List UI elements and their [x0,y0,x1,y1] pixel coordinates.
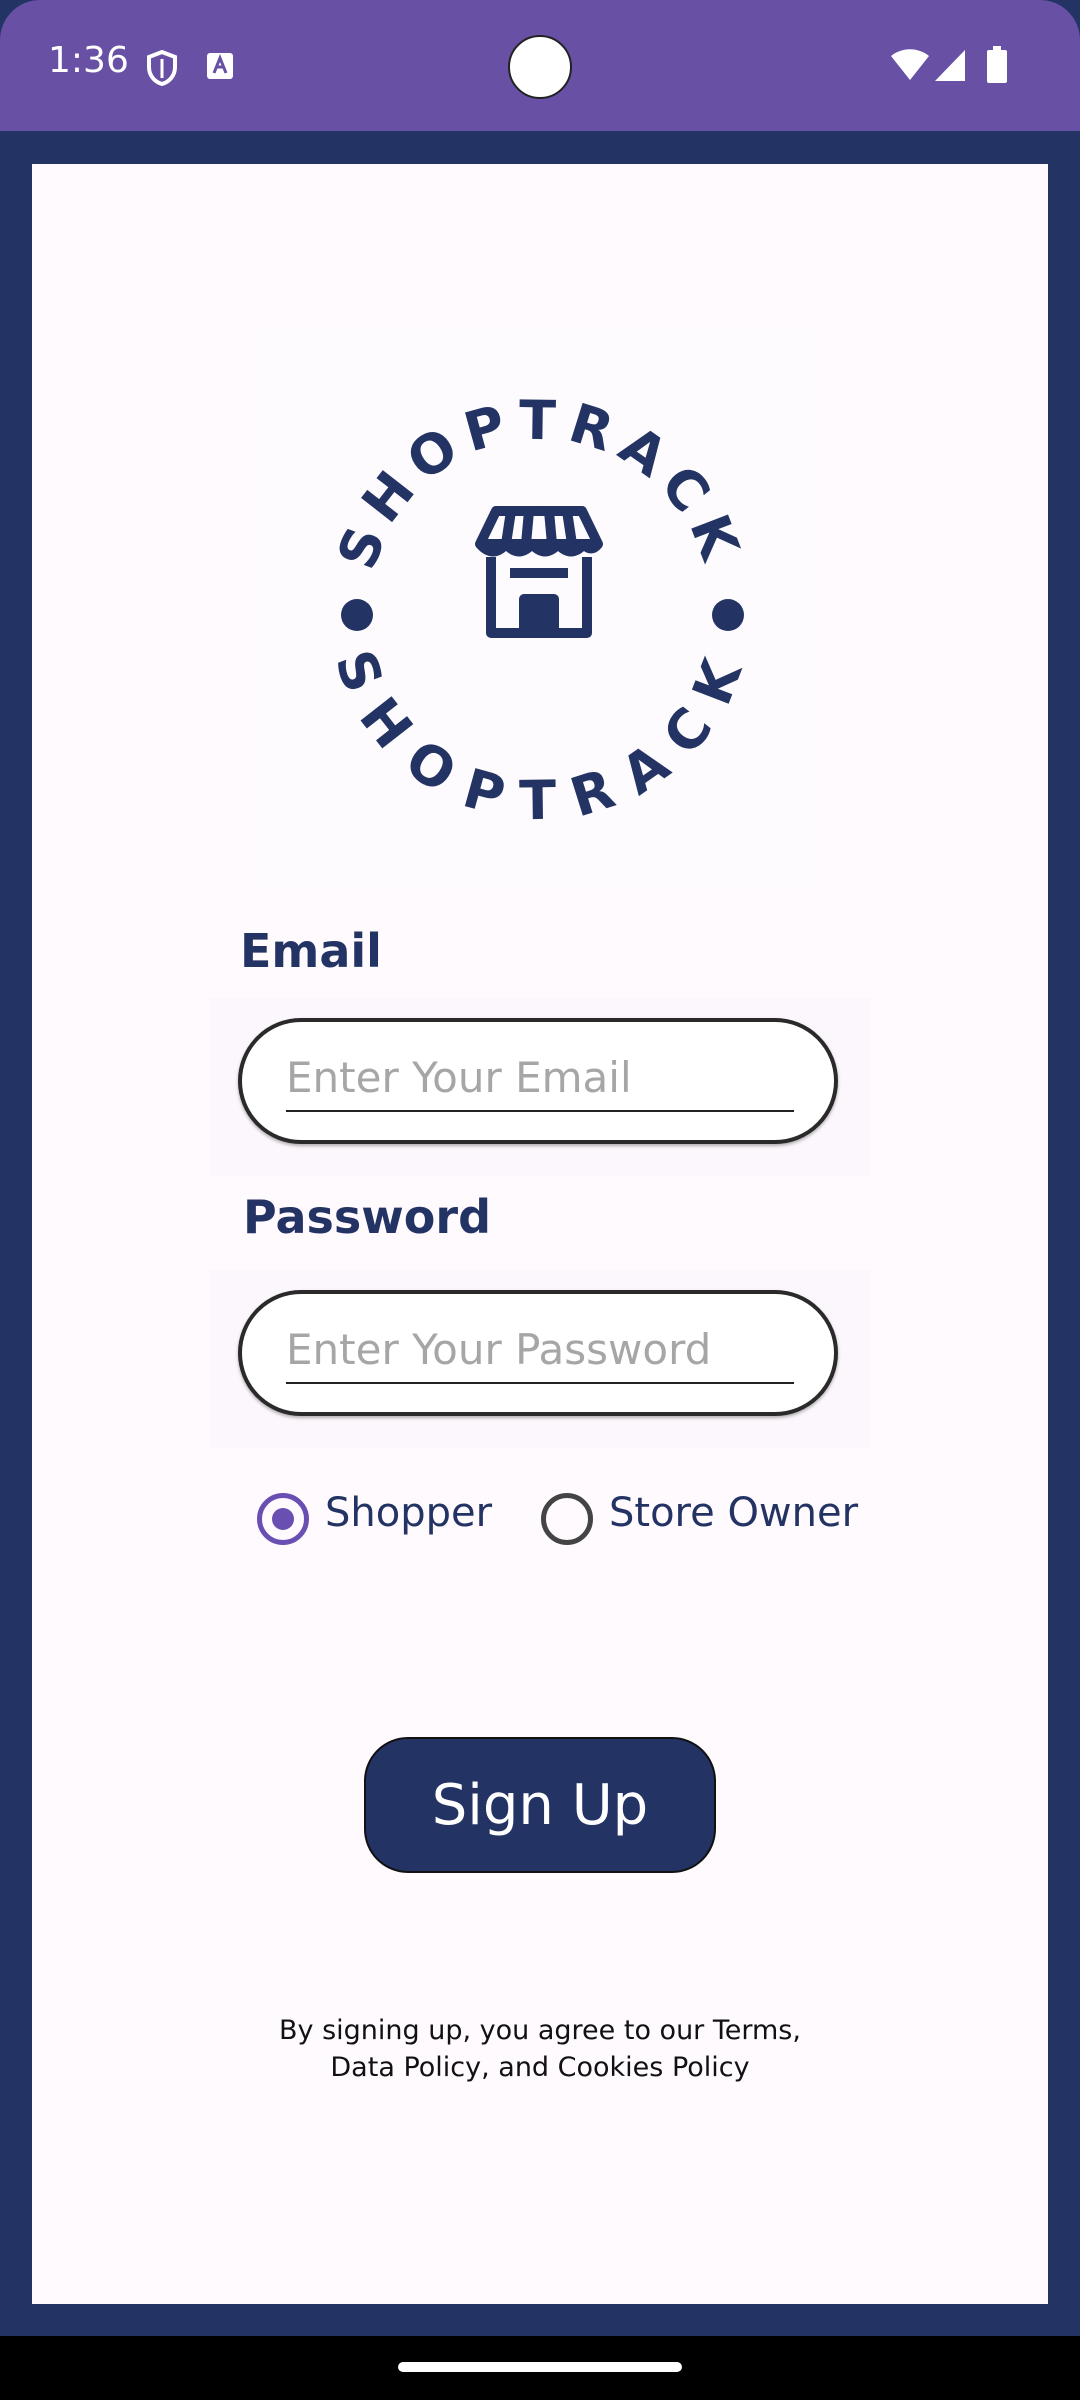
terms-text: By signing up, you agree to our Terms, D… [240,2012,840,2086]
status-bar: 1:36 [0,0,1080,131]
logo-text-bottom: SHOPTRACK [323,642,748,832]
logo-dot-right [712,599,744,631]
text-a-icon [206,52,234,84]
terms-line-1: By signing up, you agree to our Terms, [279,2015,801,2046]
password-input[interactable] [286,1316,794,1384]
shoptrack-logo: SHOPTRACK SHOPTRACK [262,331,818,887]
password-field-outline [238,1290,838,1416]
signal-icon [934,48,966,86]
email-field-container [210,998,870,1176]
password-label: Password [243,1190,491,1244]
svg-text:SHOPTRACK: SHOPTRACK [323,642,758,832]
camera-cutout [508,35,572,99]
storefront-icon [475,506,603,638]
logo-dot-left [341,599,373,631]
radio-store-owner[interactable] [541,1493,593,1545]
email-input[interactable] [286,1044,794,1112]
email-label: Email [240,924,382,978]
shield-icon [146,49,178,90]
radio-shopper[interactable] [257,1493,309,1545]
email-field-outline [238,1018,838,1144]
status-time: 1:36 [48,40,129,81]
home-indicator[interactable] [398,2362,682,2372]
password-field-container [210,1270,870,1448]
battery-icon [986,46,1008,88]
terms-line-2: Data Policy, and Cookies Policy [330,2052,750,2083]
sign-up-button[interactable]: Sign Up [364,1737,716,1873]
radio-store-owner-label[interactable]: Store Owner [609,1490,858,1536]
wifi-icon [890,48,930,86]
radio-shopper-label[interactable]: Shopper [325,1490,492,1536]
